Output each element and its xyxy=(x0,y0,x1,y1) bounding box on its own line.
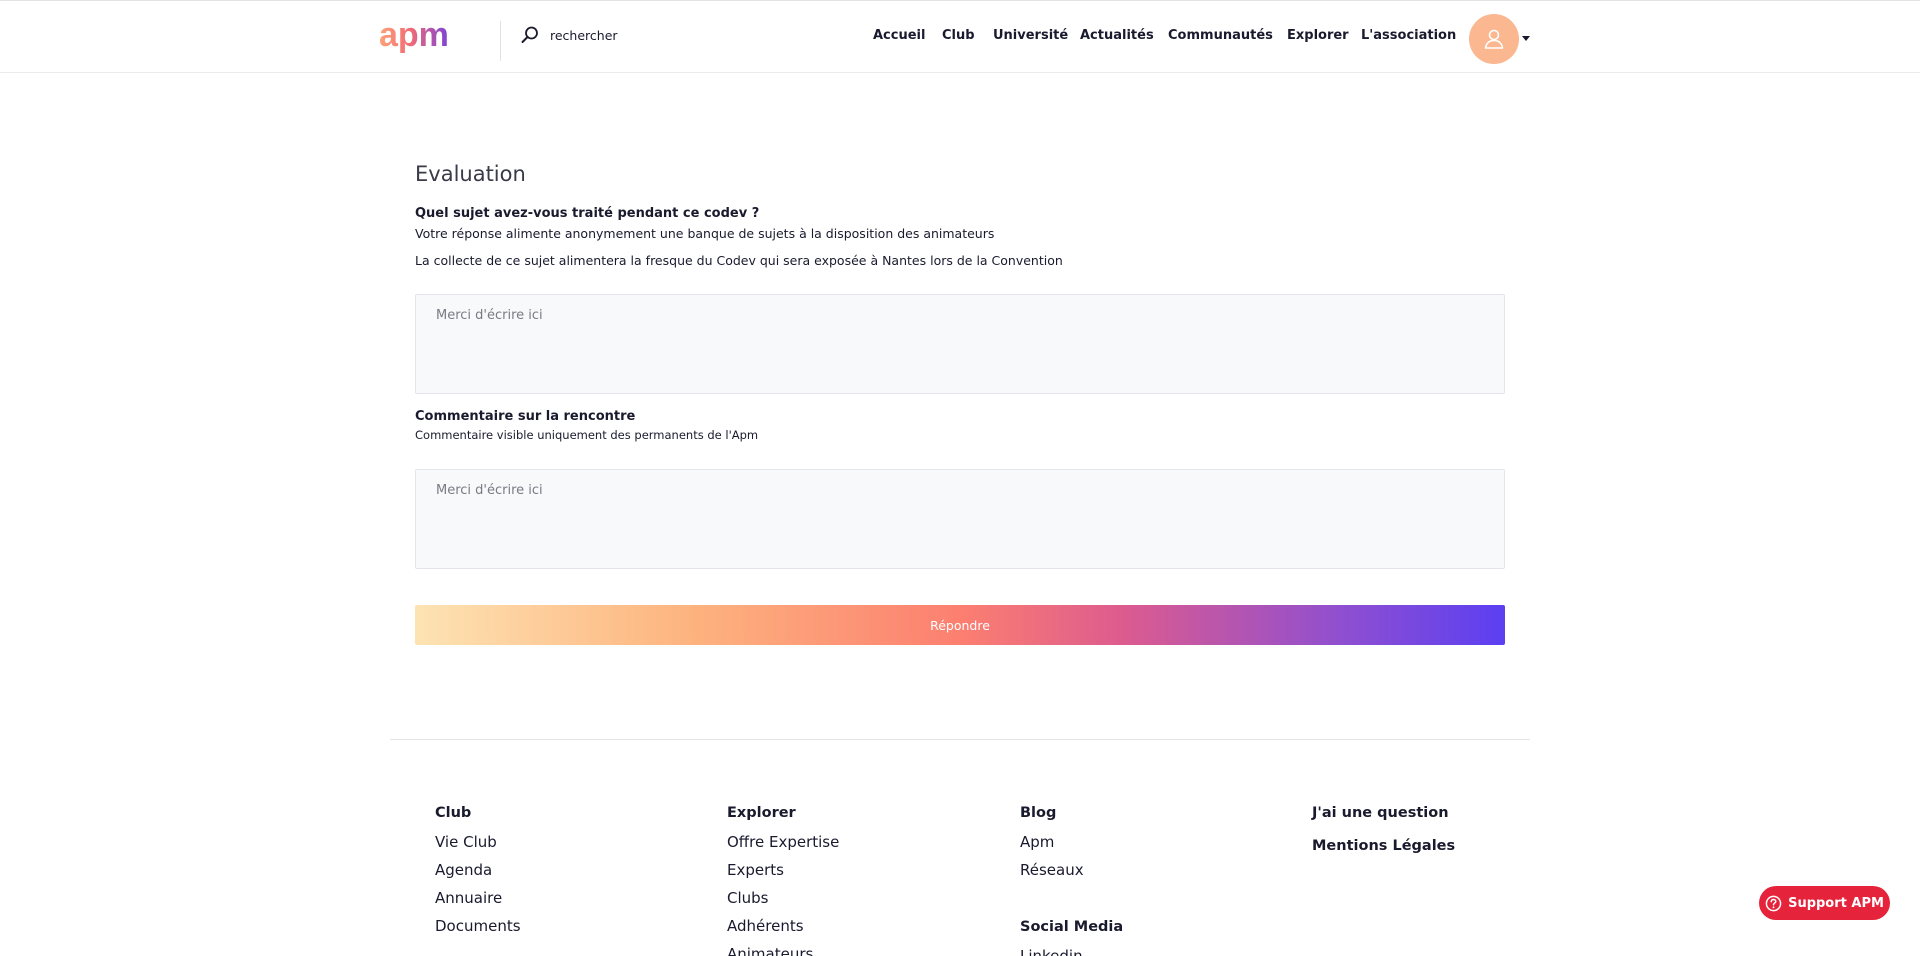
footer-link-reseaux[interactable]: Réseaux xyxy=(1020,861,1084,879)
footer-link-apm[interactable]: Apm xyxy=(1020,833,1054,851)
question-help-1: Votre réponse alimente anonymement une b… xyxy=(415,226,995,241)
user-avatar[interactable] xyxy=(1469,14,1519,64)
site-header: apm Accueil Club Université Actualités C… xyxy=(0,0,1920,73)
footer-heading-explorer: Explorer xyxy=(727,805,796,821)
comment-help: Commentaire visible uniquement des perma… xyxy=(415,428,759,442)
question-help-2: La collecte de ce sujet alimentera la fr… xyxy=(415,253,1063,268)
nav-communautes[interactable]: Communautés xyxy=(1168,28,1273,43)
footer-divider xyxy=(390,739,1530,740)
support-button[interactable]: Support APM xyxy=(1759,886,1890,920)
footer-link-experts[interactable]: Experts xyxy=(727,861,784,879)
nav-universite[interactable]: Université xyxy=(993,28,1068,43)
header-divider xyxy=(500,21,501,61)
nav-explorer[interactable]: Explorer xyxy=(1287,28,1349,43)
comment-label: Commentaire sur la rencontre xyxy=(415,409,636,424)
user-icon xyxy=(1484,29,1504,49)
page-title: Evaluation xyxy=(415,162,526,186)
footer-link-mentions-legales[interactable]: Mentions Légales xyxy=(1312,838,1455,854)
nav-actualites[interactable]: Actualités xyxy=(1080,28,1154,43)
footer-heading-blog: Blog xyxy=(1020,805,1057,821)
nav-accueil[interactable]: Accueil xyxy=(873,28,925,43)
footer-link-linkedin[interactable]: Linkedin xyxy=(1020,947,1083,956)
footer-link-annuaire[interactable]: Annuaire xyxy=(435,889,502,907)
nav-club[interactable]: Club xyxy=(942,28,975,43)
help-circle-icon xyxy=(1765,895,1782,911)
logo-text: apm xyxy=(379,18,449,54)
footer-link-vie-club[interactable]: Vie Club xyxy=(435,833,497,851)
apm-logo[interactable]: apm xyxy=(379,18,473,58)
footer-link-clubs[interactable]: Clubs xyxy=(727,889,768,907)
footer-link-agenda[interactable]: Agenda xyxy=(435,861,492,879)
chevron-down-icon[interactable] xyxy=(1522,36,1530,41)
submit-button[interactable]: Répondre xyxy=(415,605,1505,645)
nav-association[interactable]: L'association xyxy=(1361,28,1456,43)
search-bar xyxy=(520,23,750,47)
search-input[interactable] xyxy=(550,27,750,43)
question-label: Quel sujet avez-vous traité pendant ce c… xyxy=(415,206,760,221)
footer-link-offre-expertise[interactable]: Offre Expertise xyxy=(727,833,839,851)
comment-textarea[interactable] xyxy=(415,469,1505,569)
footer-link-adherents[interactable]: Adhérents xyxy=(727,917,804,935)
footer-heading-club: Club xyxy=(435,805,472,821)
footer-link-documents[interactable]: Documents xyxy=(435,917,521,935)
support-label: Support APM xyxy=(1788,895,1884,911)
search-icon[interactable] xyxy=(520,25,540,45)
footer-link-question[interactable]: J'ai une question xyxy=(1312,805,1449,821)
footer-link-animateurs[interactable]: Animateurs xyxy=(727,945,813,956)
subject-textarea[interactable] xyxy=(415,294,1505,394)
footer-heading-social-media: Social Media xyxy=(1020,919,1124,935)
